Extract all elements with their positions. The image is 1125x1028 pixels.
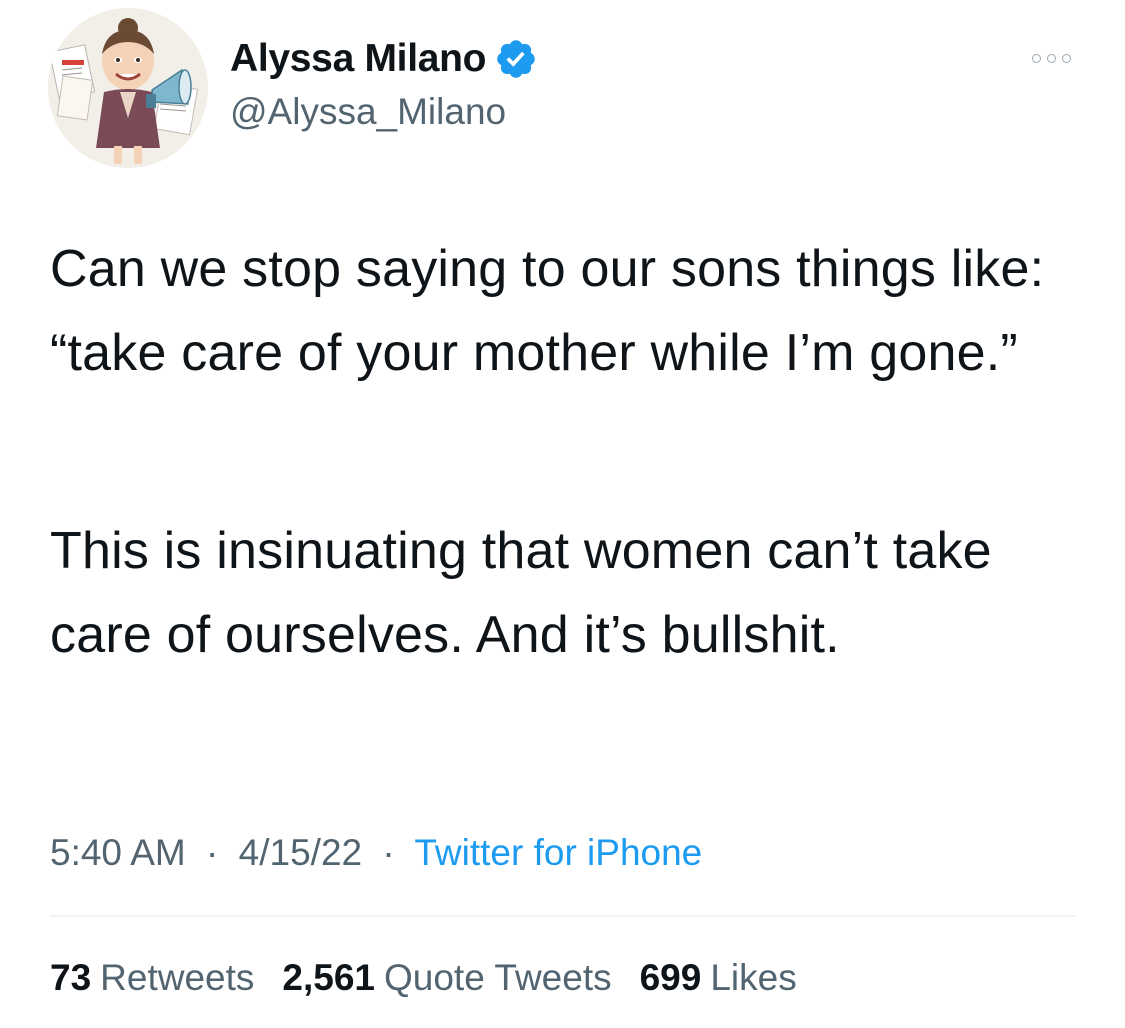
dot-icon [1061,53,1071,63]
quote-tweets-label: Quote Tweets [383,957,612,998]
retweets-count: 73 [50,957,92,998]
display-name-row[interactable]: Alyssa Milano [230,37,538,81]
tweet-time[interactable]: 5:40 AM [50,832,186,873]
separator: · [382,832,395,873]
avatar[interactable] [48,8,208,168]
handle[interactable]: @Alyssa_Milano [230,91,506,133]
more-options-icon[interactable] [1024,45,1078,71]
likes-stat[interactable]: 699 Likes [640,957,797,999]
divider [50,915,1076,917]
tweet-text-paragraph-2: This is insinuating that women can’t tak… [50,522,992,664]
separator: · [206,832,219,873]
tweet-source-link[interactable]: Twitter for iPhone [414,832,702,873]
tweet-text-paragraph-1: Can we stop saying to our sons things li… [50,240,1045,382]
verified-badge-icon [494,37,538,81]
dot-icon [1031,53,1041,63]
tweet-meta: 5:40 AM · 4/15/22 · Twitter for iPhone [50,832,702,874]
retweets-label: Retweets [100,957,255,998]
dot-icon [1046,53,1056,63]
tweet-card: Alyssa Milano @Alyssa_Milano Can we stop… [0,0,1125,1028]
retweets-stat[interactable]: 73 Retweets [50,957,254,999]
likes-count: 699 [639,957,702,998]
quote-tweets-stat[interactable]: 2,561 Quote Tweets [282,957,611,999]
quote-tweets-count: 2,561 [282,957,375,998]
display-name[interactable]: Alyssa Milano [230,37,487,81]
likes-label: Likes [710,957,797,998]
avatar-illustration [48,8,208,168]
tweet-stats: 73 Retweets 2,561 Quote Tweets 699 Likes [50,957,797,999]
tweet-date[interactable]: 4/15/22 [239,832,362,873]
